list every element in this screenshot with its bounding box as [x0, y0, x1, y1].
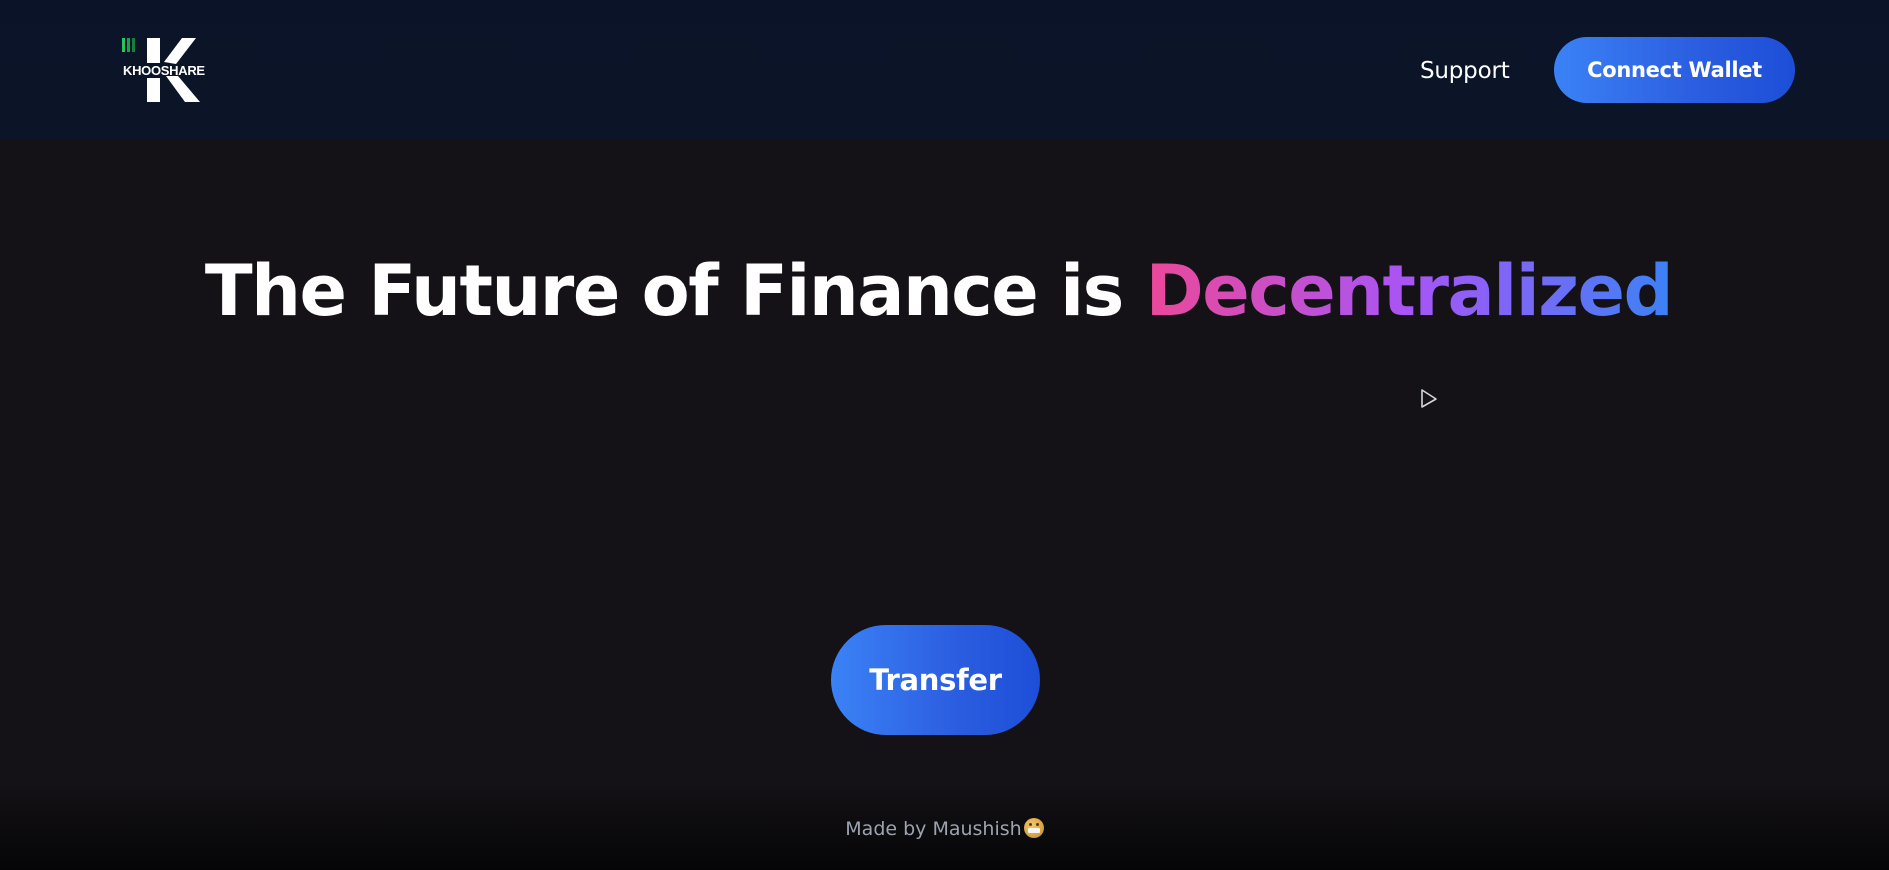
grinning-face-icon — [1023, 818, 1044, 838]
site-header: KHOOSHARE Support Connect Wallet — [0, 0, 1889, 139]
logo-text: KHOOSHARE — [123, 63, 205, 78]
logo-bars-icon — [122, 38, 135, 52]
pointer-cursor-icon — [1421, 389, 1437, 408]
page: KHOOSHARE Support Connect Wallet The Fut… — [0, 0, 1889, 870]
footer-credit-text: Made by Maushish — [845, 818, 1022, 840]
hero-title-main: The Future of Finance is — [204, 250, 1124, 332]
khooshare-logo[interactable]: KHOOSHARE — [122, 38, 226, 102]
transfer-button[interactable]: Transfer — [831, 625, 1040, 735]
hero-title: The Future of Finance is Decentralized — [0, 248, 1889, 334]
connect-wallet-button[interactable]: Connect Wallet — [1554, 37, 1795, 103]
nav-support-link[interactable]: Support — [1420, 54, 1510, 88]
footer-credit: Made by Maushish — [0, 818, 1889, 840]
hero-title-accent: Decentralized — [1145, 250, 1674, 332]
